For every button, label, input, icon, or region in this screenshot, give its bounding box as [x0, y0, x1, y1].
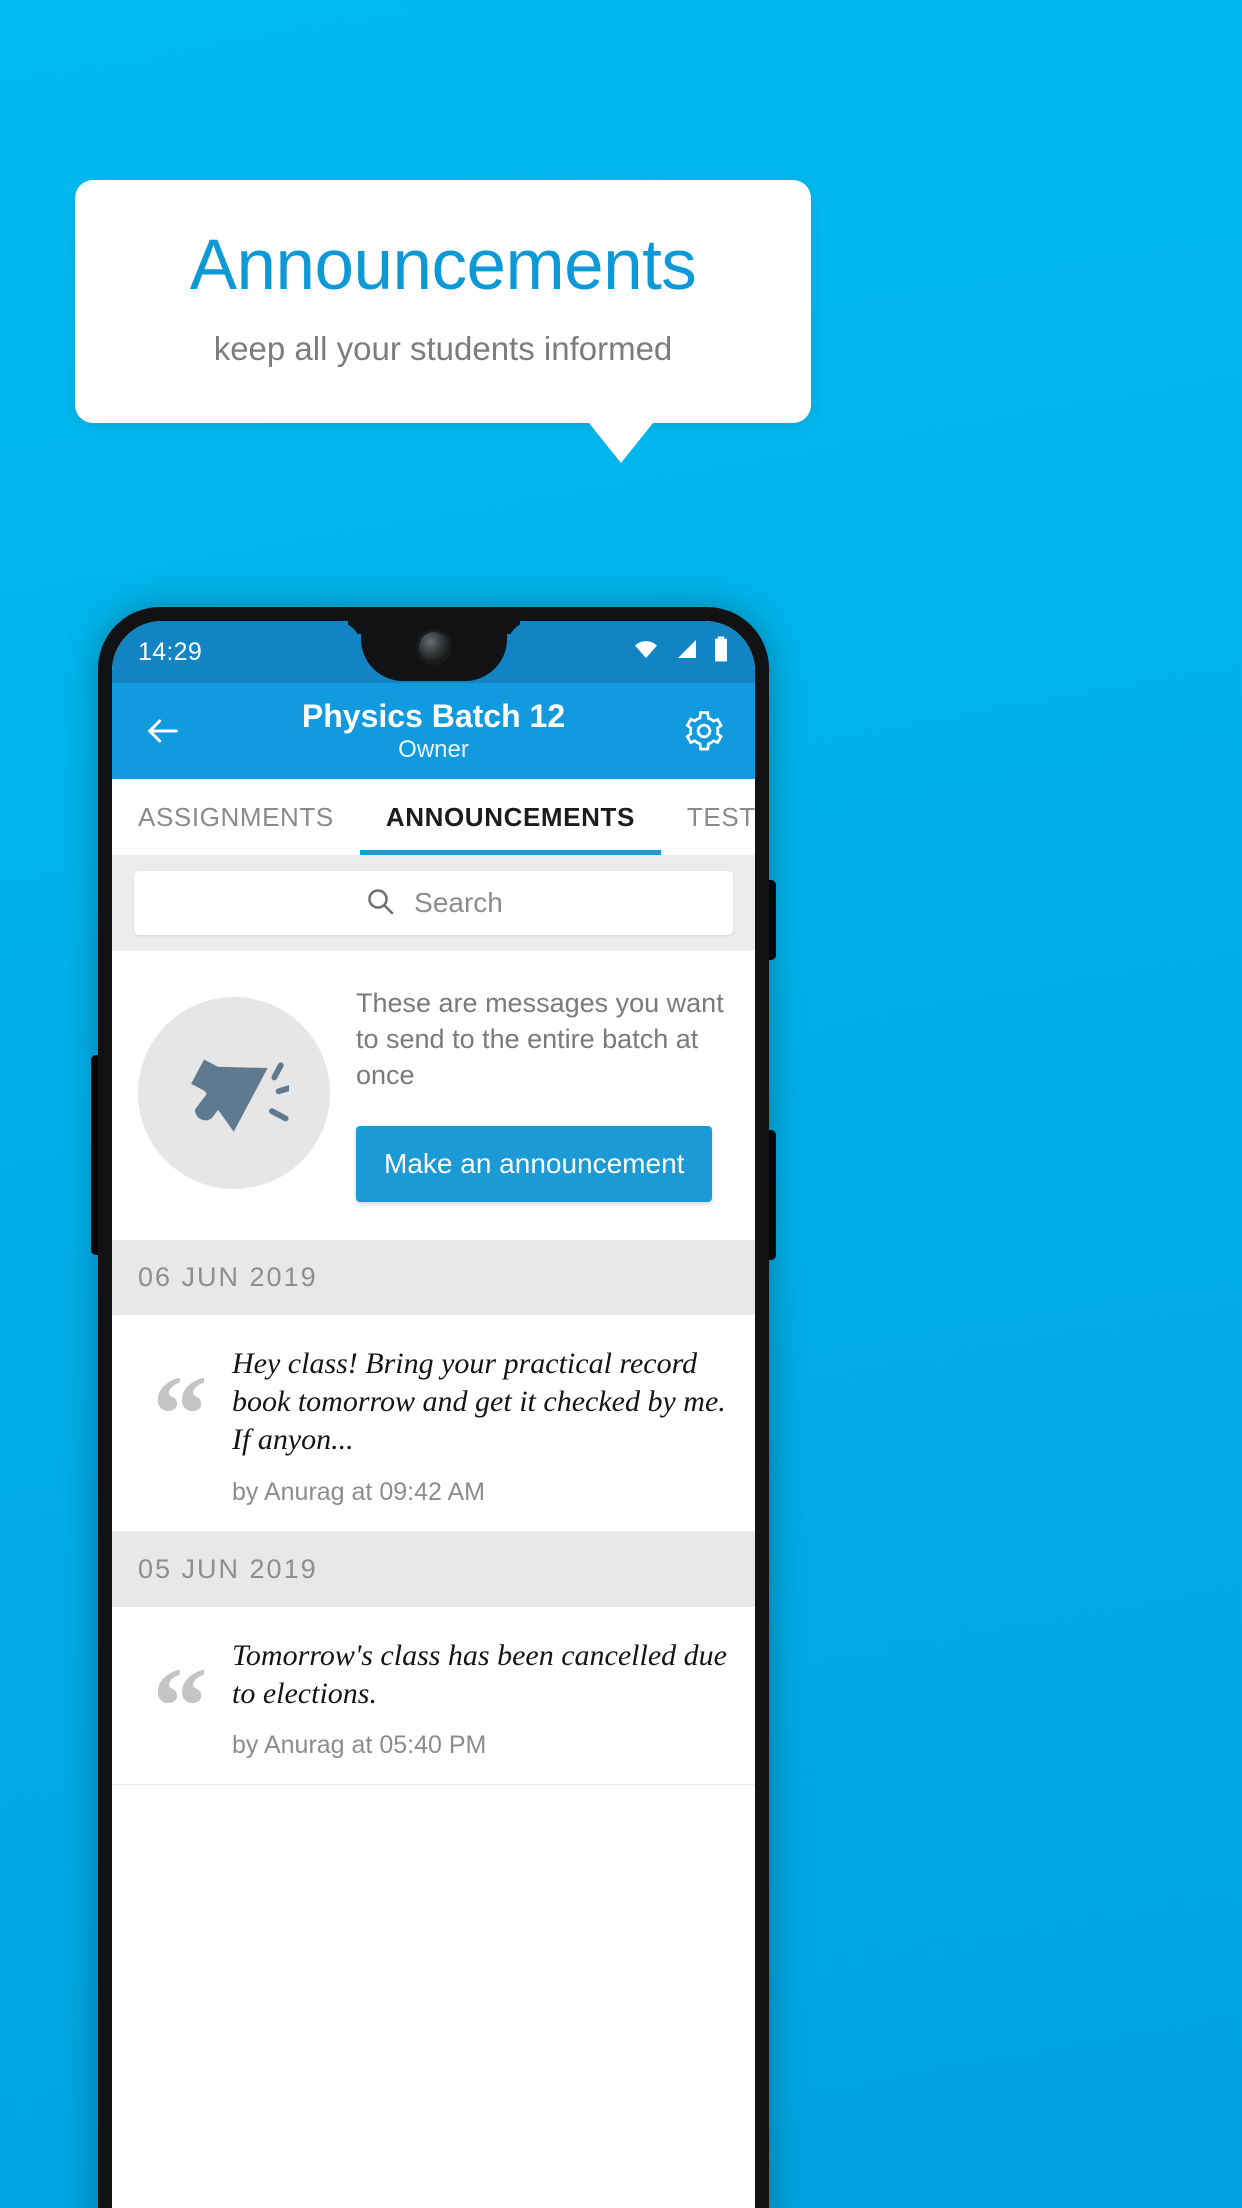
status-bar: 14:29	[112, 621, 755, 683]
make-announcement-button[interactable]: Make an announcement	[356, 1125, 713, 1202]
front-camera	[418, 632, 449, 662]
announcement-text: Tomorrow's class has been cancelled due …	[232, 1638, 727, 1711]
announcement-row[interactable]: “ Tomorrow's class has been cancelled du…	[112, 1606, 755, 1786]
app-bar-titles: Physics Batch 12 Owner	[112, 698, 755, 765]
announcement-byline: by Anurag at 09:42 AM	[232, 1477, 485, 1506]
announcement-promo-content: These are messages you want to send to t…	[356, 985, 729, 1202]
search-input[interactable]: Search	[134, 871, 733, 935]
signal-icon	[674, 637, 700, 668]
date-header: 06 JUN 2019	[112, 1239, 755, 1315]
callout-tail	[589, 423, 653, 463]
tab-assignments[interactable]: ASSIGNMENTS	[112, 779, 360, 855]
announcement-content: Tomorrow's class has been cancelled due …	[232, 1633, 729, 1761]
app-bar: Physics Batch 12 Owner	[112, 683, 755, 779]
phone-notch	[360, 621, 507, 681]
announcement-text: Hey class! Bring your practical record b…	[232, 1346, 726, 1457]
announcement-row[interactable]: “ Hey class! Bring your practical record…	[112, 1314, 755, 1532]
back-button[interactable]	[134, 702, 192, 760]
phone-frame: 14:29 Physics Batch 12 Owner ASSIGNMENTS…	[98, 607, 769, 2208]
batch-title: Physics Batch 12	[301, 697, 566, 734]
tab-tests[interactable]: TESTS	[661, 779, 755, 855]
quote-icon: “	[152, 1644, 208, 1767]
promo-description: These are messages you want to send to t…	[356, 988, 724, 1091]
search-placeholder: Search	[414, 887, 503, 918]
megaphone-badge	[138, 997, 330, 1190]
page-title: Announcements	[189, 226, 697, 306]
status-bar-icons	[631, 636, 729, 669]
announcement-content: Hey class! Bring your practical record b…	[232, 1341, 729, 1507]
tab-bar[interactable]: ASSIGNMENTS ANNOUNCEMENTS TESTS ’	[112, 779, 755, 855]
wifi-icon	[631, 637, 661, 668]
announcement-promo: These are messages you want to send to t…	[112, 951, 755, 1240]
promo-callout-card: Announcements keep all your students inf…	[75, 180, 811, 423]
status-bar-clock: 14:29	[138, 637, 203, 666]
page-subtitle: keep all your students informed	[213, 329, 673, 367]
tab-announcements[interactable]: ANNOUNCEMENTS	[359, 779, 661, 855]
phone-screen: 14:29 Physics Batch 12 Owner ASSIGNMENTS…	[112, 621, 755, 2208]
announcement-byline: by Anurag at 05:40 PM	[232, 1731, 487, 1760]
date-header: 05 JUN 2019	[112, 1531, 755, 1607]
search-area: Search	[112, 855, 755, 951]
batch-role: Owner	[398, 736, 469, 764]
settings-button[interactable]	[675, 702, 733, 760]
quote-icon: “	[152, 1352, 208, 1475]
battery-icon	[713, 636, 729, 669]
megaphone-icon	[179, 1036, 298, 1151]
search-icon	[364, 885, 396, 922]
